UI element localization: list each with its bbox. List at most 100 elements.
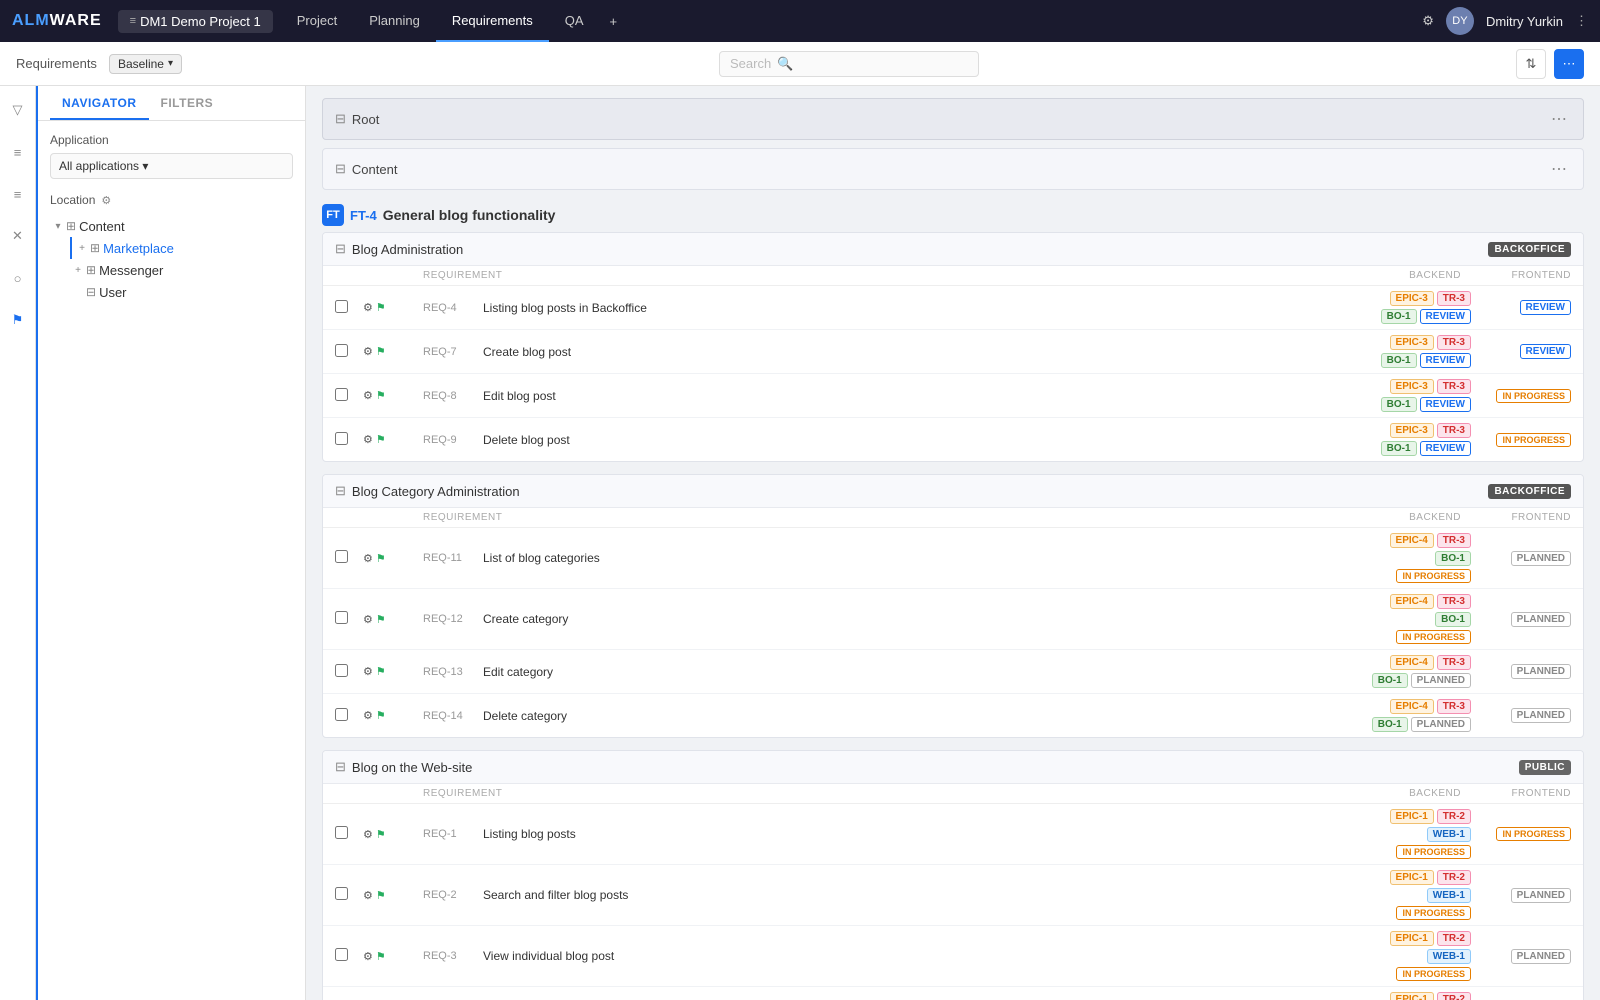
expand-icon[interactable]: ▾ <box>50 218 66 234</box>
req-backend-req13: EPIC-4 TR-3 BO-1 PLANNED <box>1371 655 1471 688</box>
checkbox-req1[interactable] <box>335 826 348 839</box>
req-backend-req5: EPIC-1 TR-2 WEB-1 IN PROGRESS <box>1371 992 1471 1000</box>
navigator-tabs: NAVIGATOR FILTERS <box>38 86 305 121</box>
req-id-req4: REQ-4 <box>423 302 483 314</box>
tree-item-messenger[interactable]: + ⊞ Messenger <box>70 259 293 281</box>
req-frontend-req1: IN PROGRESS <box>1471 827 1571 841</box>
flag-icon-req9: ⚑ <box>376 433 386 446</box>
checkbox-req2[interactable] <box>335 887 348 900</box>
expand-icon-user[interactable] <box>70 284 86 300</box>
tab-requirements[interactable]: Requirements <box>436 0 549 42</box>
req-row-req3: ⚙ ⚑ REQ-3 View individual blog post EPIC… <box>323 926 1583 987</box>
tab-project[interactable]: Project <box>281 0 353 42</box>
story-group-blog-admin: ⊟ Blog Administration BACKOFFICE REQUIRE… <box>322 232 1584 462</box>
baseline-selector[interactable]: Baseline ▾ <box>109 54 182 74</box>
main-layout: ▽ ≡ ≡ ✕ ○ ⚑ NAVIGATOR FILTERS Applicatio… <box>0 86 1600 1000</box>
expand-icon-marketplace[interactable]: + <box>74 240 90 256</box>
circle-icon[interactable]: ○ <box>4 264 32 292</box>
req-id-req13: REQ-13 <box>423 666 483 678</box>
col-backend-3: BACKEND <box>1261 788 1461 799</box>
feature-ft4-title: FT FT-4 General blog functionality <box>322 198 1584 232</box>
content-more-button[interactable]: ⋯ <box>1547 157 1571 181</box>
feature-icon-ft4: FT <box>322 204 344 226</box>
close-icon[interactable]: ✕ <box>4 222 32 250</box>
req-id-req1: REQ-1 <box>423 828 483 840</box>
req-row-req9: ⚙ ⚑ REQ-9 Delete blog post EPIC-3 TR-3 B… <box>323 418 1583 461</box>
search-icon: 🔍 <box>777 56 793 72</box>
search-container: Search 🔍 <box>194 51 1504 77</box>
folder-icon: ⊞ <box>66 219 76 233</box>
more-options-button[interactable]: ⋯ <box>1554 49 1584 79</box>
app-logo: ALMWARE <box>12 12 102 30</box>
location-header: Location ⚙ <box>50 193 293 207</box>
checkbox-req8[interactable] <box>335 388 348 401</box>
env-badge-public: PUBLIC <box>1519 760 1571 775</box>
checkbox-req7[interactable] <box>335 344 348 357</box>
application-label: Application <box>50 133 293 147</box>
tree-children-content: + ⊞ Marketplace + ⊞ Messenger ⊟ User <box>50 237 293 303</box>
expand-icon-messenger[interactable]: + <box>70 262 86 278</box>
checkbox-req14[interactable] <box>335 708 348 721</box>
tag-review-1: REVIEW <box>1420 309 1471 324</box>
checkbox-req12[interactable] <box>335 611 348 624</box>
root-section-header: ⊟ Root ⋯ <box>322 98 1584 140</box>
tree-label-marketplace: Marketplace <box>103 241 174 256</box>
req-row-req2: ⚙ ⚑ REQ-2 Search and filter blog posts E… <box>323 865 1583 926</box>
user-name: Dmitry Yurkin <box>1486 14 1563 29</box>
content-inner: ⊟ Root ⋯ ⊟ Content ⋯ FT FT-4 General blo… <box>306 86 1600 1000</box>
checkbox-req3[interactable] <box>335 948 348 961</box>
navigator-body: Application All applications ▾ Location … <box>38 121 305 1000</box>
story-header-blog-web: ⊟ Blog on the Web-site PUBLIC <box>323 751 1583 784</box>
flag-icon-req4: ⚑ <box>376 301 386 314</box>
user-menu-icon[interactable]: ⋮ <box>1575 13 1588 29</box>
project-selector[interactable]: ≡ DM1 Demo Project 1 <box>118 10 273 33</box>
req-backend-req11: EPIC-4 TR-3 BO-1 IN PROGRESS <box>1371 533 1471 583</box>
menu-icon-1[interactable]: ≡ <box>4 138 32 166</box>
req-table-header-1: REQUIREMENT BACKEND FRONTEND <box>323 266 1583 286</box>
story-title-blog-web: Blog on the Web-site <box>352 760 472 775</box>
req-table-header-2: REQUIREMENT BACKEND FRONTEND <box>323 508 1583 528</box>
folder-icon-marketplace: ⊞ <box>90 241 100 255</box>
tree-item-content[interactable]: ▾ ⊞ Content <box>50 215 293 237</box>
checkbox-req13[interactable] <box>335 664 348 677</box>
col-backend-1: BACKEND <box>1261 270 1461 281</box>
req-backend-req12: EPIC-4 TR-3 BO-1 IN PROGRESS <box>1371 594 1471 644</box>
tab-planning[interactable]: Planning <box>353 0 436 42</box>
search-input[interactable]: Search 🔍 <box>719 51 979 77</box>
tab-qa[interactable]: QA <box>549 0 600 42</box>
req-row-req11: ⚙ ⚑ REQ-11 List of blog categories EPIC-… <box>323 528 1583 589</box>
env-badge-backoffice-1: BACKOFFICE <box>1488 242 1571 257</box>
req-frontend-req11: PLANNED <box>1471 551 1571 566</box>
tab-navigator[interactable]: NAVIGATOR <box>50 86 149 120</box>
req-name-req11: List of blog categories <box>483 551 1371 565</box>
tab-filters[interactable]: FILTERS <box>149 86 226 120</box>
tree-item-marketplace[interactable]: + ⊞ Marketplace <box>70 237 293 259</box>
req-name-req4: Listing blog posts in Backoffice <box>483 301 1371 315</box>
settings-icon[interactable]: ⚙ <box>1422 13 1434 29</box>
req-row-req8: ⚙ ⚑ REQ-8 Edit blog post EPIC-3 TR-3 BO-… <box>323 374 1583 418</box>
story-title-blog-cat: Blog Category Administration <box>352 484 520 499</box>
req-name-req12: Create category <box>483 612 1371 626</box>
checkbox-req9[interactable] <box>335 432 348 445</box>
sort-button[interactable]: ⇅ <box>1516 49 1546 79</box>
menu-icon-2[interactable]: ≡ <box>4 180 32 208</box>
req-id-req9: REQ-9 <box>423 434 483 446</box>
flag-nav-icon[interactable]: ⚑ <box>4 306 32 334</box>
checkbox-req4[interactable] <box>335 300 348 313</box>
content-label: Content <box>352 162 398 177</box>
req-name-req7: Create blog post <box>483 345 1371 359</box>
root-more-button[interactable]: ⋯ <box>1547 107 1571 131</box>
location-settings-icon[interactable]: ⚙ <box>101 194 111 207</box>
gear-icon-req7: ⚙ <box>363 345 373 358</box>
app-select[interactable]: All applications ▾ <box>50 153 293 179</box>
req-backend-req14: EPIC-4 TR-3 BO-1 PLANNED <box>1371 699 1471 732</box>
root-label: Root <box>352 112 379 127</box>
tree-item-user[interactable]: ⊟ User <box>70 281 293 303</box>
req-name-req1: Listing blog posts <box>483 827 1371 841</box>
filter-icon[interactable]: ▽ <box>4 96 32 124</box>
tag-epic3-1: EPIC-3 <box>1390 291 1434 306</box>
checkbox-req11[interactable] <box>335 550 348 563</box>
req-name-req13: Edit category <box>483 665 1371 679</box>
chevron-down-icon: ▾ <box>168 58 173 69</box>
add-tab-button[interactable]: + <box>600 0 628 42</box>
